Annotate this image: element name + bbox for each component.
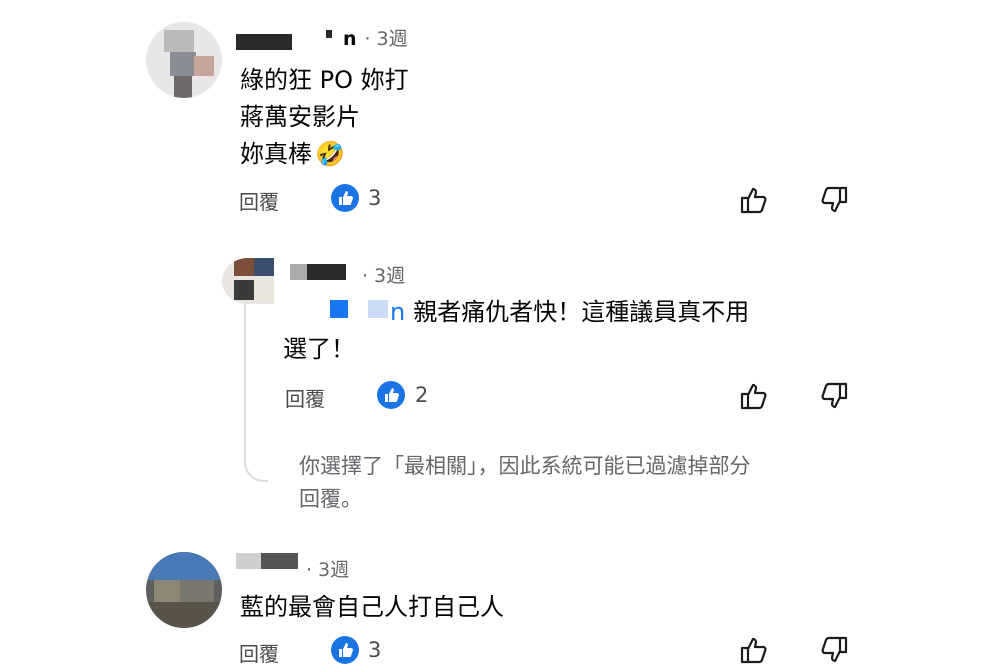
reply-button[interactable]: 回覆 (285, 383, 325, 412)
timestamp[interactable]: 3週 (318, 559, 349, 581)
filter-notice-line: 你選擇了「最相關」，因此系統可能已過濾掉部分 (299, 454, 751, 478)
like-badge-icon (331, 184, 359, 212)
thumbs-down-icon[interactable] (818, 184, 850, 216)
comment-line: 藍的最會自己人打自己人 (240, 593, 504, 621)
reply-button[interactable]: 回覆 (239, 638, 279, 667)
comment-meta: · 3週 (306, 559, 350, 581)
like-badge-icon (377, 381, 405, 409)
author-name-redacted[interactable] (236, 34, 292, 50)
comment-text: n 親者痛仇者快！這種議員真不用 選了！ (283, 294, 883, 368)
thumbs-down-icon[interactable] (818, 634, 850, 666)
reply-button[interactable]: 回覆 (239, 186, 279, 215)
author-name-tail[interactable]: n (343, 28, 357, 50)
mention-name-tail[interactable]: n (390, 298, 405, 326)
thumbs-up-icon[interactable] (738, 634, 770, 666)
filter-notice-line: 回覆。 (299, 487, 362, 511)
like-badge-icon (331, 636, 359, 664)
thread-line (244, 300, 268, 482)
filter-notice: 你選擇了「最相關」，因此系統可能已過濾掉部分 回覆。 (299, 450, 751, 516)
like-count: 3 (368, 638, 382, 662)
author-name-redacted[interactable] (326, 30, 332, 38)
avatar[interactable] (146, 22, 222, 98)
thumbs-up-icon[interactable] (738, 380, 770, 412)
rofl-emoji-icon: 🤣 (315, 140, 345, 168)
like-count: 2 (415, 383, 429, 407)
comment-line: n 親者痛仇者快！這種議員真不用 (390, 298, 750, 326)
comment-line: 妳真棒 🤣 (240, 140, 345, 168)
thumbs-down-icon[interactable] (818, 380, 850, 412)
author-name-redacted[interactable] (290, 264, 346, 280)
comment-meta: · 3週 (362, 265, 406, 287)
comment-text: 藍的最會自己人打自己人 (240, 589, 504, 626)
like-count: 3 (368, 186, 382, 210)
comment-line: 綠的狂 PO 妳打 (240, 66, 409, 94)
thumbs-up-icon[interactable] (738, 184, 770, 216)
comment-line: 蔣萬安影片 (240, 103, 360, 131)
comment-line: 選了！ (283, 335, 355, 363)
timestamp[interactable]: 3週 (374, 265, 405, 287)
timestamp[interactable]: 3週 (377, 28, 408, 50)
comment-text: 綠的狂 PO 妳打 蔣萬安影片 妳真棒 🤣 (240, 62, 409, 173)
avatar[interactable] (222, 258, 274, 304)
author-name-redacted[interactable] (236, 553, 298, 569)
comment-meta: n · 3週 (343, 28, 408, 50)
avatar[interactable] (146, 552, 222, 628)
